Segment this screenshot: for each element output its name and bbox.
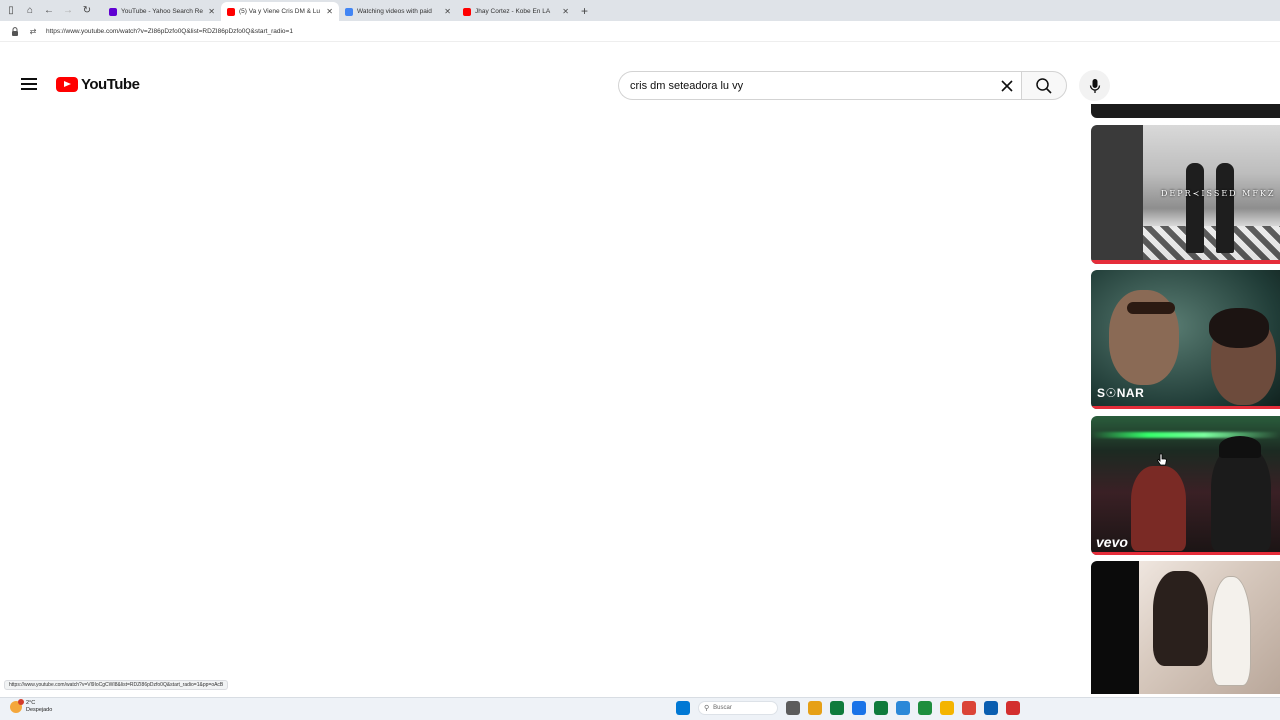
forward-icon[interactable]: → <box>60 3 76 19</box>
thumbnail-channel-label: vevo <box>1096 534 1128 550</box>
taskbar-app-icon[interactable] <box>1006 701 1020 715</box>
tab-favicon-icon <box>345 7 353 16</box>
thumbnail-caption: DEPR≺ISSED MFKZ <box>1161 189 1276 198</box>
windows-taskbar: 2°C Despejado ⚲ Buscar <box>0 697 1280 720</box>
taskbar-app-icon[interactable] <box>852 701 866 715</box>
taskbar-search[interactable]: ⚲ Buscar <box>698 701 778 715</box>
voice-search-button[interactable] <box>1079 70 1110 101</box>
tab-favicon-icon <box>463 7 471 16</box>
taskbar-app-icon[interactable] <box>984 701 998 715</box>
start-menu-icon[interactable] <box>676 701 690 715</box>
video-thumbnail[interactable]: S☉NAR <box>1091 270 1280 409</box>
taskbar-app-icon[interactable] <box>918 701 932 715</box>
browser-tab[interactable]: YouTube - Yahoo Search Re ✕ <box>103 2 221 21</box>
search-box <box>618 71 1022 100</box>
taskbar-apps: ⚲ Buscar <box>676 701 1028 715</box>
tab-title: Jhay Cortez - Kobe En LA <box>475 8 551 15</box>
search-input[interactable] <box>630 79 990 92</box>
browser-tab[interactable]: (5) Va y Viene Cris DM & Lu ✕ <box>221 2 339 21</box>
thumbnail-floor <box>1143 226 1280 260</box>
youtube-logo[interactable]: YouTube <box>56 76 140 93</box>
thumbnail-skeleton <box>1211 576 1251 686</box>
taskbar-app-icon[interactable] <box>896 701 910 715</box>
thumbnail-figure <box>1186 163 1204 253</box>
weather-temperature: 2°C <box>26 700 36 706</box>
url-field[interactable]: https://www.youtube.com/watch?v=ZI86pDzf… <box>46 28 293 35</box>
taskbar-app-icon[interactable] <box>808 701 822 715</box>
browser-tab[interactable]: Watching videos with paid ✕ <box>339 2 457 21</box>
youtube-header: YouTube <box>0 64 1280 106</box>
new-tab-button[interactable]: + <box>581 4 588 18</box>
site-settings-icon[interactable]: ⇄ <box>26 27 40 36</box>
sidebar-toggle-icon[interactable]: ▯ <box>3 3 19 19</box>
youtube-play-icon <box>56 77 78 92</box>
browser-tabstrip: ▯ ⌂ ← → ↻ YouTube - Yahoo Search Re ✕ (5) … <box>0 0 1280 21</box>
lock-icon[interactable] <box>8 26 22 36</box>
tab-close-icon[interactable]: ✕ <box>208 7 215 16</box>
thumbnail-figure <box>1216 163 1234 253</box>
watch-progress-bar <box>1091 260 1280 264</box>
tab-title: YouTube - Yahoo Search Re <box>121 8 204 15</box>
back-icon[interactable]: ← <box>41 3 57 19</box>
weather-description: Despejado <box>26 707 53 713</box>
watch-progress-bar <box>1091 552 1280 555</box>
reload-icon[interactable]: ↻ <box>79 3 95 19</box>
browser-tab[interactable]: Jhay Cortez - Kobe En LA ✕ <box>457 2 575 21</box>
taskbar-app-icon[interactable] <box>962 701 976 715</box>
search-icon <box>1036 77 1052 94</box>
thumbnail-person <box>1131 466 1186 551</box>
home-icon[interactable]: ⌂ <box>22 3 38 19</box>
taskbar-app-icon[interactable] <box>830 701 844 715</box>
tab-favicon-icon <box>227 7 235 16</box>
thumbnail-cap <box>1219 436 1261 458</box>
clear-search-icon[interactable] <box>998 77 1016 95</box>
menu-icon[interactable] <box>19 75 39 95</box>
tab-close-icon[interactable]: ✕ <box>562 7 569 16</box>
weather-widget[interactable]: 2°C Despejado <box>10 699 53 714</box>
search-button[interactable] <box>1021 71 1067 100</box>
video-thumbnail[interactable]: DEPR≺ISSED MFKZ <box>1091 125 1280 264</box>
thumbnail-sunglasses <box>1127 302 1175 314</box>
watch-progress-bar <box>1091 406 1280 409</box>
search-icon: ⚲ <box>704 705 710 712</box>
video-thumbnail[interactable]: vevo <box>1091 416 1280 555</box>
tab-close-icon[interactable]: ✕ <box>326 7 333 16</box>
address-bar: ⇄ https://www.youtube.com/watch?v=ZI86pD… <box>0 21 1280 42</box>
tab-favicon-icon <box>109 7 117 16</box>
video-thumbnail[interactable] <box>1091 561 1280 694</box>
tab-title: Watching videos with paid <box>357 8 432 15</box>
thumbnail-channel-label: S☉NAR <box>1097 386 1145 400</box>
thumbnail-person <box>1211 446 1271 551</box>
thumbnail-hair <box>1209 308 1269 348</box>
status-link-preview: https://www.youtube.com/watch?v=Vl9IoCgC… <box>4 680 229 690</box>
tab-close-icon[interactable]: ✕ <box>444 7 451 16</box>
microphone-icon <box>1089 78 1100 93</box>
hand-cursor-icon <box>1157 453 1167 466</box>
taskbar-app-icon[interactable] <box>874 701 888 715</box>
taskbar-search-label: Buscar <box>713 705 732 711</box>
taskbar-app-icon[interactable] <box>940 701 954 715</box>
youtube-logo-text: YouTube <box>81 76 140 93</box>
thumbnail-person <box>1153 571 1208 666</box>
weather-icon <box>10 699 24 713</box>
tab-list: YouTube - Yahoo Search Re ✕ (5) Va y Viene… <box>103 0 575 21</box>
tab-title: (5) Va y Viene Cris DM & Lu <box>239 8 321 15</box>
video-thumbnail[interactable] <box>1091 104 1280 118</box>
taskbar-app-icon[interactable] <box>786 701 800 715</box>
